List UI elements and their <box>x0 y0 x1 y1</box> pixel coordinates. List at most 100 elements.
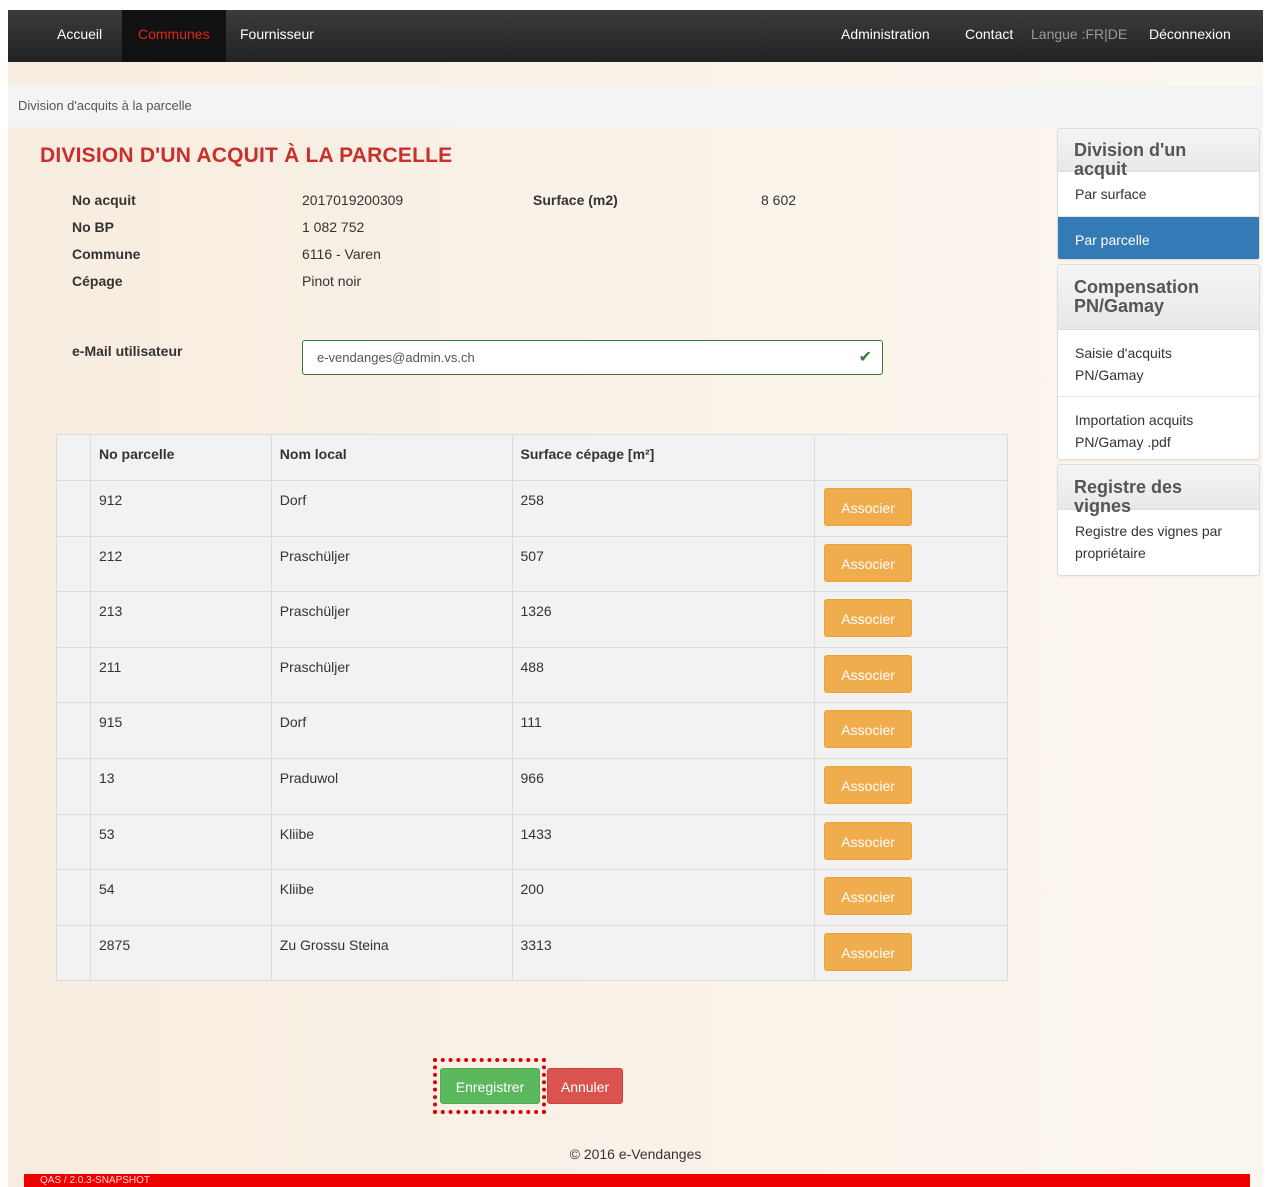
table-row: 213 Praschüljer 1326 Associer <box>56 591 1008 648</box>
cell-surface: 1433 <box>511 813 816 871</box>
footer-copyright: © 2016 e-Vendanges <box>569 1146 702 1162</box>
row-blank <box>56 535 91 593</box>
associer-button[interactable]: Associer <box>824 765 913 804</box>
email-input[interactable]: e-vendanges@admin.vs.ch ✔ <box>302 340 883 375</box>
no-bp-value: 1 082 752 <box>302 219 365 235</box>
table-header-row: No parcelle Nom local Surface cépage [m²… <box>56 434 1008 481</box>
cell-nom-local: Praschüljer <box>270 535 513 593</box>
table-row: 211 Praschüljer 488 Associer <box>56 646 1008 704</box>
email-label: e-Mail utilisateur <box>72 343 183 359</box>
commune-value: 6116 - Varen <box>302 246 381 262</box>
cepage-label: Cépage <box>72 273 123 289</box>
table-row: 915 Dorf 111 Associer <box>56 702 1008 759</box>
nav-communes[interactable]: Communes <box>122 10 226 62</box>
cell-nom-local: Praschüljer <box>270 646 513 704</box>
panel-division: Division d'un acquit Par surface Par par… <box>1057 128 1260 260</box>
table-row: 13 Praduwol 966 Associer <box>56 757 1008 815</box>
cell-nom-local: Dorf <box>270 702 513 759</box>
no-bp-label: No BP <box>72 219 114 235</box>
cell-surface: 488 <box>511 646 816 704</box>
cell-nom-local: Praschüljer <box>270 591 513 648</box>
page: Accueil Communes Fournisseur Administrat… <box>8 10 1263 1187</box>
table-row: 54 Kliibe 200 Associer <box>56 869 1008 926</box>
cell-no-parcelle: 915 <box>89 702 272 759</box>
panel-division-heading: Division d'un acquit <box>1058 129 1259 179</box>
cell-nom-local: Kliibe <box>270 869 513 926</box>
nav-accueil[interactable]: Accueil <box>41 10 118 62</box>
panel-compensation: Compensation PN/Gamay Saisie d'acquits P… <box>1057 264 1260 460</box>
cell-action: Associer <box>814 591 1008 648</box>
cell-surface: 966 <box>511 757 816 815</box>
cell-nom-local: Dorf <box>270 480 513 537</box>
cell-surface: 200 <box>511 869 816 926</box>
top-navbar: Accueil Communes Fournisseur Administrat… <box>8 10 1263 62</box>
cell-no-parcelle: 912 <box>89 480 272 537</box>
cancel-button[interactable]: Annuler <box>547 1068 623 1104</box>
sidebar-item-registre[interactable]: Registre des vignes par propriétaire <box>1058 510 1259 575</box>
associer-button[interactable]: Associer <box>824 543 913 582</box>
header-surface-cepage: Surface cépage [m²] <box>511 434 816 481</box>
surface-value: 8 602 <box>761 192 797 208</box>
cell-nom-local: Zu Grossu Steina <box>270 924 513 982</box>
associer-button[interactable]: Associer <box>824 821 913 860</box>
commune-label: Commune <box>72 246 141 262</box>
save-button[interactable]: Enregistrer <box>440 1068 540 1104</box>
breadcrumb: Division d'acquits à la parcelle <box>8 85 1263 127</box>
cell-no-parcelle: 213 <box>89 591 272 648</box>
associer-button[interactable]: Associer <box>824 932 913 971</box>
sidebar-item-saisie[interactable]: Saisie d'acquits PN/Gamay <box>1058 330 1259 396</box>
surface-label: Surface (m2) <box>533 192 618 208</box>
nav-langue[interactable]: Langue :FR|DE <box>1015 10 1143 62</box>
table-row: 212 Praschüljer 507 Associer <box>56 535 1008 593</box>
cell-surface: 507 <box>511 535 816 593</box>
header-actions <box>814 434 1008 481</box>
cell-nom-local: Kliibe <box>270 813 513 871</box>
cell-no-parcelle: 13 <box>89 757 272 815</box>
table-row: 2875 Zu Grossu Steina 3313 Associer <box>56 924 1008 982</box>
row-blank <box>56 591 91 648</box>
cell-surface: 3313 <box>511 924 816 982</box>
email-input-value: e-vendanges@admin.vs.ch <box>317 350 475 365</box>
version-bar: QAS / 2.0.3-SNAPSHOT <box>24 1174 1250 1187</box>
table-row: 53 Kliibe 1433 Associer <box>56 813 1008 871</box>
cell-no-parcelle: 53 <box>89 813 272 871</box>
cell-action: Associer <box>814 702 1008 759</box>
header-nom-local: Nom local <box>270 434 513 481</box>
nav-deconnexion[interactable]: Déconnexion <box>1133 10 1247 62</box>
row-blank <box>56 813 91 871</box>
panel-compensation-heading: Compensation PN/Gamay <box>1058 265 1259 330</box>
associer-button[interactable]: Associer <box>824 877 913 916</box>
nav-fournisseur[interactable]: Fournisseur <box>224 10 330 62</box>
panel-registre: Registre des vignes Registre des vignes … <box>1057 464 1260 576</box>
associer-button[interactable]: Associer <box>824 710 913 749</box>
cell-action: Associer <box>814 757 1008 815</box>
cell-nom-local: Praduwol <box>270 757 513 815</box>
cell-no-parcelle: 211 <box>89 646 272 704</box>
cell-action: Associer <box>814 535 1008 593</box>
cell-action: Associer <box>814 646 1008 704</box>
header-no-parcelle: No parcelle <box>89 434 272 481</box>
no-acquit-label: No acquit <box>72 192 136 208</box>
nav-administration[interactable]: Administration <box>825 10 946 62</box>
header-blank <box>56 434 91 481</box>
associer-button[interactable]: Associer <box>824 599 913 638</box>
cepage-value: Pinot noir <box>302 273 362 289</box>
cell-surface: 258 <box>511 480 816 537</box>
associer-button[interactable]: Associer <box>824 488 913 526</box>
cell-no-parcelle: 54 <box>89 869 272 926</box>
check-icon: ✔ <box>858 349 872 366</box>
cell-surface: 1326 <box>511 591 816 648</box>
cell-no-parcelle: 212 <box>89 535 272 593</box>
associer-button[interactable]: Associer <box>824 654 913 693</box>
row-blank <box>56 480 91 537</box>
cell-surface: 111 <box>511 702 816 759</box>
page-title: DIVISION D'UN ACQUIT À LA PARCELLE <box>40 144 453 167</box>
cell-action: Associer <box>814 480 1008 537</box>
cell-no-parcelle: 2875 <box>89 924 272 982</box>
cell-action: Associer <box>814 813 1008 871</box>
row-blank <box>56 757 91 815</box>
sidebar-item-par-parcelle[interactable]: Par parcelle <box>1058 216 1259 259</box>
panel-registre-heading: Registre des vignes <box>1058 465 1259 516</box>
row-blank <box>56 924 91 982</box>
sidebar-item-importation[interactable]: Importation acquits PN/Gamay .pdf <box>1058 396 1259 459</box>
